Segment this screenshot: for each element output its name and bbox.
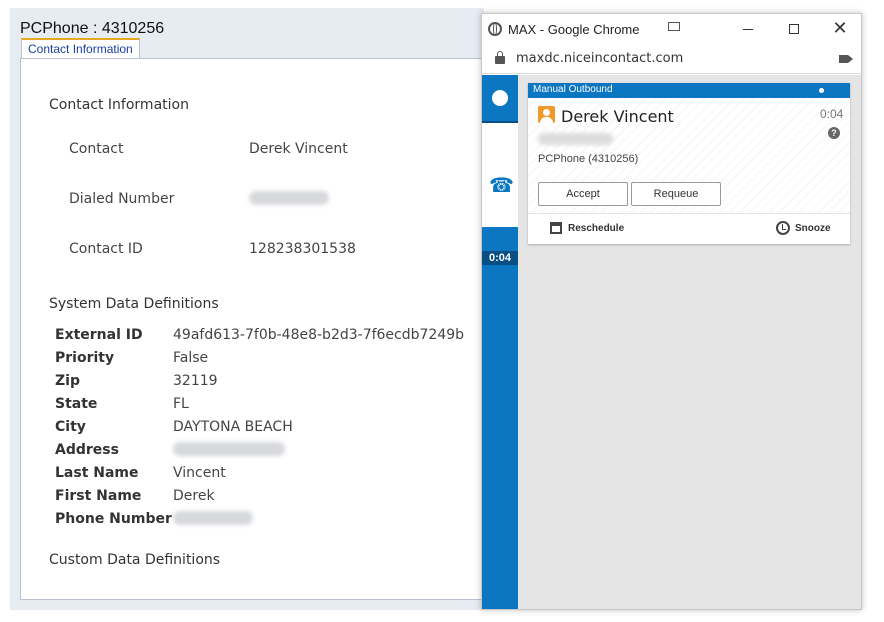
page-title: PCPhone : 4310256 [20, 20, 165, 37]
reschedule-button[interactable]: Reschedule [568, 223, 624, 234]
skill-name: PCPhone (4310256) [538, 153, 639, 165]
state-label: State [55, 396, 98, 412]
redacted-value [173, 511, 253, 525]
contact-section-title: Contact Information [49, 97, 189, 113]
lock-icon[interactable] [495, 51, 505, 64]
city-label: City [55, 419, 86, 435]
dialed-number-label: Dialed Number [69, 191, 175, 207]
requeue-button[interactable]: Requeue [631, 182, 721, 206]
sidebar-timer: 0:04 [482, 251, 518, 265]
tab-contact-information[interactable]: Contact Information [21, 38, 140, 60]
redacted-value [173, 442, 285, 456]
window-title: MAX - Google Chrome [508, 22, 640, 37]
contact-id-value: 128238301538 [249, 241, 356, 257]
external-id-value: 49afd613-7f0b-48e8-b2d3-7f6ecdb7249b [173, 327, 465, 343]
contact-card: Manual Outbound Derek Vincent 0:04 ? PCP… [528, 83, 850, 244]
minimize-button[interactable] [725, 14, 771, 44]
phone-number-label: Phone Number [55, 511, 172, 527]
redacted-value [249, 191, 329, 205]
address-bar[interactable]: maxdc.niceincontact.com [482, 44, 861, 74]
last-name-label: Last Name [55, 465, 139, 481]
chrome-window: MAX - Google Chrome ✕ maxdc.niceincontac… [481, 13, 862, 610]
card-timer: 0:04 [820, 107, 844, 121]
address-label: Address [55, 442, 119, 458]
external-id-label: External ID [55, 327, 143, 343]
zip-value: 32119 [173, 373, 218, 389]
first-name-value: Derek [173, 488, 215, 504]
contact-content: Contact Information Contact Derek Vincen… [20, 58, 494, 600]
globe-icon [488, 22, 502, 36]
card-header-label: Manual Outbound [533, 84, 613, 95]
clock-icon[interactable] [776, 221, 790, 235]
status-dot-icon[interactable] [492, 90, 508, 106]
custom-section-title: Custom Data Definitions [49, 552, 221, 568]
zip-label: Zip [55, 373, 80, 389]
first-name-label: First Name [55, 488, 142, 504]
window-titlebar[interactable]: MAX - Google Chrome ✕ [482, 14, 861, 44]
city-value: DAYTONA BEACH [173, 419, 293, 435]
phone-number-value [173, 511, 253, 529]
priority-value: False [173, 350, 209, 366]
active-call-tile[interactable]: ☎ 0:04 [482, 121, 518, 265]
accept-button[interactable]: Accept [538, 182, 628, 206]
contact-label: Contact [69, 141, 124, 157]
last-name-value: Vincent [173, 465, 226, 481]
url-text[interactable]: maxdc.niceincontact.com [516, 51, 683, 66]
card-body: Derek Vincent 0:04 ? PCPhone (4310256) A… [528, 98, 850, 213]
address-value [173, 442, 285, 460]
dialed-number-value [249, 191, 329, 209]
card-header: Manual Outbound [528, 83, 850, 98]
person-icon [538, 106, 555, 123]
phone-icon: ☎ [489, 173, 514, 197]
contact-id-label: Contact ID [69, 241, 143, 257]
contact-panel: PCPhone : 4310256 Contact Information Co… [10, 8, 494, 610]
close-button[interactable]: ✕ [817, 14, 863, 44]
snooze-button[interactable]: Snooze [795, 223, 831, 234]
contact-name: Derek Vincent [561, 107, 674, 126]
video-camera-icon[interactable] [839, 55, 848, 63]
redacted-phone [538, 133, 613, 145]
header-dot-icon [819, 88, 824, 93]
card-footer: Reschedule Snooze [528, 213, 850, 244]
help-icon[interactable]: ? [828, 127, 840, 139]
priority-label: Priority [55, 350, 115, 366]
contact-value: Derek Vincent [249, 141, 348, 157]
max-app: ☎ 0:04 Manual Outbound Derek Vincent 0:0… [482, 75, 861, 609]
max-sidebar: ☎ 0:04 [482, 75, 518, 609]
calendar-icon[interactable] [550, 222, 562, 234]
system-section-title: System Data Definitions [49, 296, 219, 312]
maximize-button[interactable] [771, 14, 817, 44]
state-value: FL [173, 396, 189, 412]
cast-icon[interactable] [668, 22, 680, 31]
